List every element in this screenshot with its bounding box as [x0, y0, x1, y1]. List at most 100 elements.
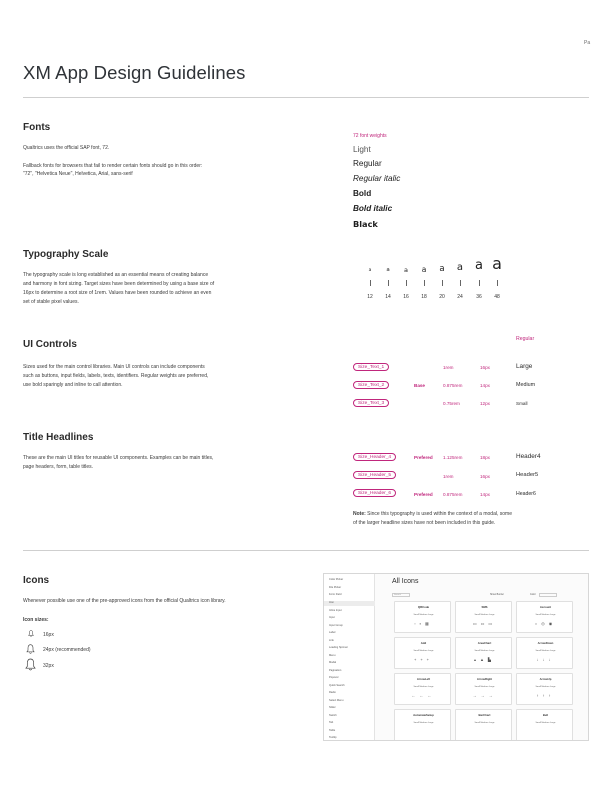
icon-card[interactable]: ArrowDown Small Medium Large ↓↓↓ — [516, 637, 573, 669]
scale-tick — [497, 280, 498, 286]
icon-card-title: SMS — [481, 605, 488, 609]
sidebar-item[interactable]: Input — [329, 616, 335, 619]
sidebar-item[interactable]: Loading Spinner — [329, 646, 348, 649]
typography-text-2: and harmony in font sizing. Target sizes… — [23, 281, 215, 287]
sidebar-item-icon[interactable]: Icon — [329, 601, 334, 604]
scale-tick — [460, 280, 461, 286]
sidebar-item[interactable]: Inline Input — [329, 609, 342, 612]
px-value: 18px — [480, 455, 490, 460]
arrow-left-icon: ←←← — [411, 693, 436, 698]
page-title: XM App Design Guidelines — [23, 62, 246, 83]
color-select[interactable]: Color — [530, 593, 536, 596]
fonts-heading: Fonts — [23, 122, 51, 133]
scale-sample-36: a — [475, 258, 483, 273]
search-input[interactable]: Search — [392, 593, 410, 597]
icon-card-sizes: Small Medium Large — [474, 722, 495, 724]
ui-controls-text-1: Sizes used for the main control librarie… — [23, 364, 205, 370]
font-weight-regular-italic: Regular italic — [353, 174, 401, 183]
sidebar-item[interactable]: Menu — [329, 654, 336, 657]
sidebar-item[interactable]: Pagination — [329, 669, 341, 672]
header-sample: Header5 — [516, 472, 539, 478]
icon-card[interactable]: SMS Small Medium Large ▭▭▭ — [455, 601, 512, 633]
font-weight-bold: Bold — [353, 189, 372, 198]
rem-value: 1.125rem — [443, 455, 463, 460]
scale-tick — [370, 280, 371, 286]
scale-tick — [406, 280, 407, 286]
bell-icon — [28, 630, 34, 637]
rem-value: 0.75rem — [443, 401, 460, 406]
typography-heading: Typography Scale — [23, 249, 109, 260]
sidebar-item[interactable]: Tab — [329, 721, 333, 724]
icon-card-title: ArrowDown — [537, 641, 554, 645]
font-weight-bold-italic: Bold italic — [353, 204, 393, 213]
title-headlines-text-2: page headers, form, table titles. — [23, 464, 94, 470]
sidebar-item[interactable]: Table — [329, 729, 335, 732]
icon-card[interactable]: AreaChart Small Medium Large ▴▲▙ — [455, 637, 512, 669]
size-sample: Large — [516, 363, 533, 370]
icons-heading: Icons — [23, 575, 50, 586]
title-headlines-heading: Title Headlines — [23, 432, 94, 443]
sidebar-item[interactable]: Form Field — [329, 593, 341, 596]
scale-sample-18: a — [421, 265, 427, 274]
thumbnail-title: All Icons — [392, 578, 419, 585]
icon-card-title: AutomateSetup — [413, 713, 434, 717]
size-token-chip: Size_Text_1 — [353, 363, 390, 371]
fonts-text-1: Qualtrics uses the official SAP font, 72… — [23, 145, 110, 151]
qrcode-icon: ▫▪▦ — [414, 621, 433, 626]
show-border-toggle[interactable]: Show Border — [490, 593, 504, 596]
icons-text: Whenever possible use one of the pre-app… — [23, 598, 226, 604]
size-sample: Medium — [516, 382, 536, 388]
icon-card[interactable]: ArrowRight Small Medium Large →→→ — [455, 673, 512, 705]
color-select-box[interactable] — [539, 592, 557, 597]
scale-value: 20 — [439, 294, 445, 300]
icon-card-title: Bell — [542, 713, 549, 717]
header-sample: Header4 — [516, 453, 541, 460]
icon-card[interactable]: BarChart Small Medium Large — [455, 709, 512, 740]
icon-library-screenshot: Color Picker File Picker Form Field Icon… — [323, 573, 589, 741]
px-value: 16px — [480, 365, 490, 370]
scale-value: 36 — [476, 294, 482, 300]
sidebar-item[interactable]: Color Picker — [329, 578, 343, 581]
font-weights-label: 72 font weights — [353, 133, 387, 139]
sidebar-item[interactable]: File Picker — [329, 586, 341, 589]
note-label: Note: — [353, 511, 366, 517]
icon-card[interactable]: ArrowUp Small Medium Large ↑↑↑ — [516, 673, 573, 705]
icon-card-title: ArrowLeft — [416, 677, 431, 681]
font-weight-light: Light — [353, 145, 371, 154]
bell-icon — [26, 644, 35, 654]
rem-value: 1rem — [443, 474, 454, 479]
sidebar-item[interactable]: Switch — [329, 714, 337, 717]
icon-card[interactable]: Add Small Medium Large +++ — [394, 637, 451, 669]
size-token-chip: Size_Text_2 — [353, 381, 390, 389]
typography-text-4: set of stable pixel values. — [23, 299, 79, 305]
sidebar-item[interactable]: Slider — [329, 706, 336, 709]
sidebar-item[interactable]: Link — [329, 639, 334, 642]
sidebar-item[interactable]: Tooltip — [329, 736, 337, 739]
scale-value: 24 — [457, 294, 463, 300]
scale-value: 16 — [403, 294, 409, 300]
sidebar-item[interactable]: Radio — [329, 691, 336, 694]
scale-tick — [388, 280, 389, 286]
prefered-tag: Prefered — [414, 455, 433, 460]
sidebar-item[interactable]: Select Menu — [329, 699, 343, 702]
icon-card[interactable]: ArrowLeft Small Medium Large ←←← — [394, 673, 451, 705]
header-token-chip: Size_Header_6 — [353, 489, 397, 497]
sidebar-item[interactable]: Label — [329, 631, 335, 634]
sidebar-item[interactable]: Modal — [329, 661, 336, 664]
icon-card[interactable]: QRCode Small Medium Large ▫▪▦ — [394, 601, 451, 633]
icon-card-title: Account — [539, 605, 552, 609]
icon-card[interactable]: Account Small Medium Large ○◎◉ — [516, 601, 573, 633]
sidebar-item[interactable]: Input Group — [329, 624, 343, 627]
sidebar-item[interactable]: Popover — [329, 676, 339, 679]
note: Note: Since this typography is used with… — [353, 510, 512, 518]
arrow-right-icon: →→→ — [472, 693, 497, 698]
icon-size-32: 32px — [43, 663, 54, 669]
icon-card[interactable]: AutomateSetup Small Medium Large — [394, 709, 451, 740]
icon-card[interactable]: Bell Small Medium Large — [516, 709, 573, 740]
ui-controls-heading: UI Controls — [23, 339, 77, 350]
page-label: Pa — [584, 40, 591, 46]
rem-value: 0.875rem — [443, 383, 463, 388]
icon-card-title: Add — [420, 641, 427, 645]
icon-card-sizes: Small Medium Large — [413, 722, 434, 724]
sidebar-item[interactable]: Quick Search — [329, 684, 345, 687]
